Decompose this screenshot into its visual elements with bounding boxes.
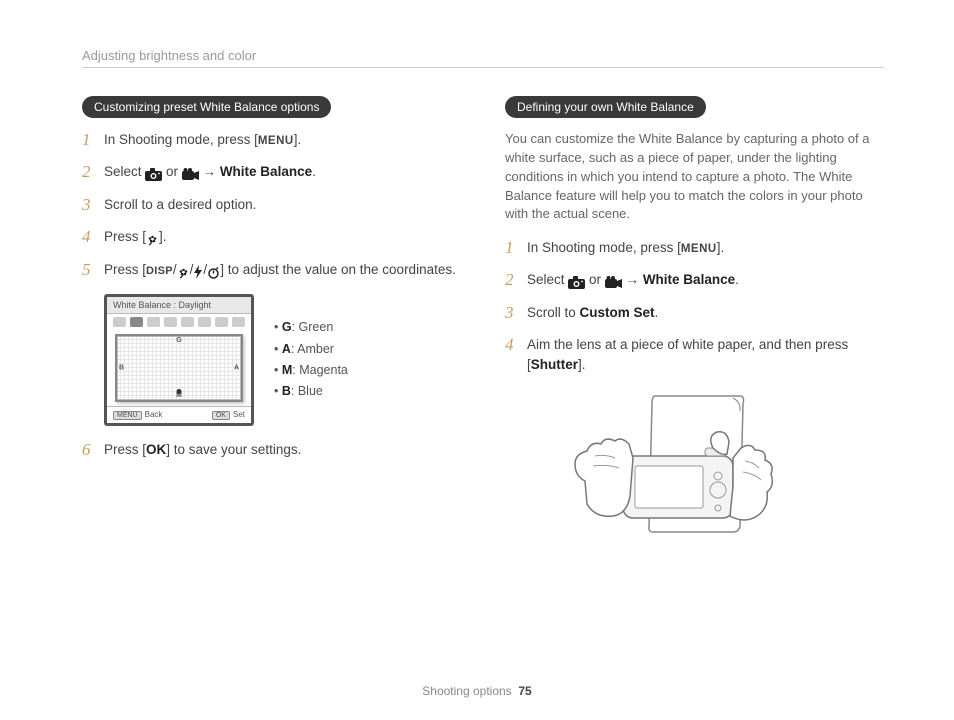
text: Press [ [104, 442, 146, 457]
text: In Shooting mode, press [ [527, 240, 681, 255]
wb-label: White Balance [220, 164, 312, 179]
leg-g: G [282, 320, 292, 334]
rstep-2: 2 Select or → White Balance. [505, 270, 884, 292]
grid-g: G [176, 337, 181, 344]
rstep-1: 1 In Shooting mode, press [MENU]. [505, 238, 884, 258]
ok-label: OK [146, 442, 166, 457]
header-rule [82, 67, 884, 68]
rstep-4: 4 Aim the lens at a piece of white paper… [505, 335, 884, 374]
timer-icon [207, 262, 220, 282]
leg-a-txt: : Amber [291, 342, 334, 356]
flower-icon [146, 229, 159, 249]
grid-b: B [119, 364, 124, 371]
disp-icon: DISP [146, 265, 173, 277]
menu-icon: MENU [681, 243, 717, 255]
leg-m-txt: : Magenta [292, 363, 348, 377]
lcd-screenshot: White Balance : Daylight G A M B MENUBac… [104, 294, 254, 426]
text: Press [ [104, 229, 146, 244]
custom-set-label: Custom Set [580, 305, 655, 320]
leg-b: B [282, 384, 291, 398]
pill-customizing: Customizing preset White Balance options [82, 96, 331, 118]
right-intro: You can customize the White Balance by c… [505, 130, 884, 224]
flower-icon [177, 262, 190, 282]
left-column: Customizing preset White Balance options… [82, 96, 461, 561]
text: → [199, 164, 220, 179]
right-steps: 1 In Shooting mode, press [MENU]. 2 Sele… [505, 238, 884, 374]
leg-a: A [282, 342, 291, 356]
lcd-icon-row [107, 314, 251, 330]
text: ]. [717, 240, 725, 255]
color-legend: • G: Green • A: Amber • M: Magenta • B: … [274, 317, 348, 402]
step-5: 5 Press [DISP///] to adjust the value on… [82, 260, 461, 282]
grid-a: A [234, 364, 239, 371]
text: ] to save your settings. [166, 442, 301, 457]
video-icon [605, 272, 622, 292]
rstep-3: 3 Scroll to Custom Set. [505, 303, 884, 323]
leg-b-txt: : Blue [291, 384, 323, 398]
grid-cursor [177, 389, 182, 394]
step-2: 2 Select or → White Balance. [82, 162, 461, 184]
text: . [312, 164, 316, 179]
lcd-menu-btn: MENU [113, 411, 142, 420]
text: Scroll to a desired option. [104, 197, 256, 212]
text: ]. [159, 229, 167, 244]
text: Select [104, 164, 145, 179]
right-column: Defining your own White Balance You can … [505, 96, 884, 561]
leg-m: M [282, 363, 292, 377]
lcd-row: White Balance : Daylight G A M B MENUBac… [104, 294, 461, 426]
page-number: 75 [518, 684, 531, 698]
text: → [622, 272, 643, 287]
left-steps: 1 In Shooting mode, press [MENU]. 2 Sele… [82, 130, 461, 282]
camera-icon [568, 272, 585, 292]
hands-illustration [545, 386, 884, 561]
section-header: Adjusting brightness and color [82, 48, 884, 63]
text: ]. [294, 132, 302, 147]
video-icon [182, 164, 199, 184]
camera-icon [145, 164, 162, 184]
lcd-ok-btn: OK [212, 411, 230, 420]
menu-icon: MENU [258, 135, 294, 147]
pill-defining: Defining your own White Balance [505, 96, 706, 118]
text: or [162, 164, 182, 179]
lcd-back: Back [145, 410, 163, 419]
text: . [735, 272, 739, 287]
text: or [585, 272, 605, 287]
lcd-title: White Balance : Daylight [107, 297, 251, 314]
bolt-icon [193, 262, 203, 282]
lcd-set: Set [233, 410, 245, 419]
text: In Shooting mode, press [ [104, 132, 258, 147]
step-1: 1 In Shooting mode, press [MENU]. [82, 130, 461, 150]
lcd-footer: MENUBack OKSet [107, 406, 251, 423]
text: Press [ [104, 262, 146, 277]
text: ]. [578, 357, 586, 372]
lcd-grid: G A M B [115, 334, 243, 402]
text: ] to adjust the value on the coordinates… [220, 262, 456, 277]
step-6: 6 Press [OK] to save your settings. [82, 440, 461, 460]
step-3: 3 Scroll to a desired option. [82, 195, 461, 215]
shutter-label: Shutter [531, 357, 578, 372]
text: Scroll to [527, 305, 580, 320]
wb-label: White Balance [643, 272, 735, 287]
text: . [655, 305, 659, 320]
leg-g-txt: : Green [292, 320, 334, 334]
text: Select [527, 272, 568, 287]
page-footer: Shooting options 75 [0, 684, 954, 698]
step-4: 4 Press []. [82, 227, 461, 249]
left-steps-cont: 6 Press [OK] to save your settings. [82, 440, 461, 460]
footer-label: Shooting options [422, 684, 511, 698]
